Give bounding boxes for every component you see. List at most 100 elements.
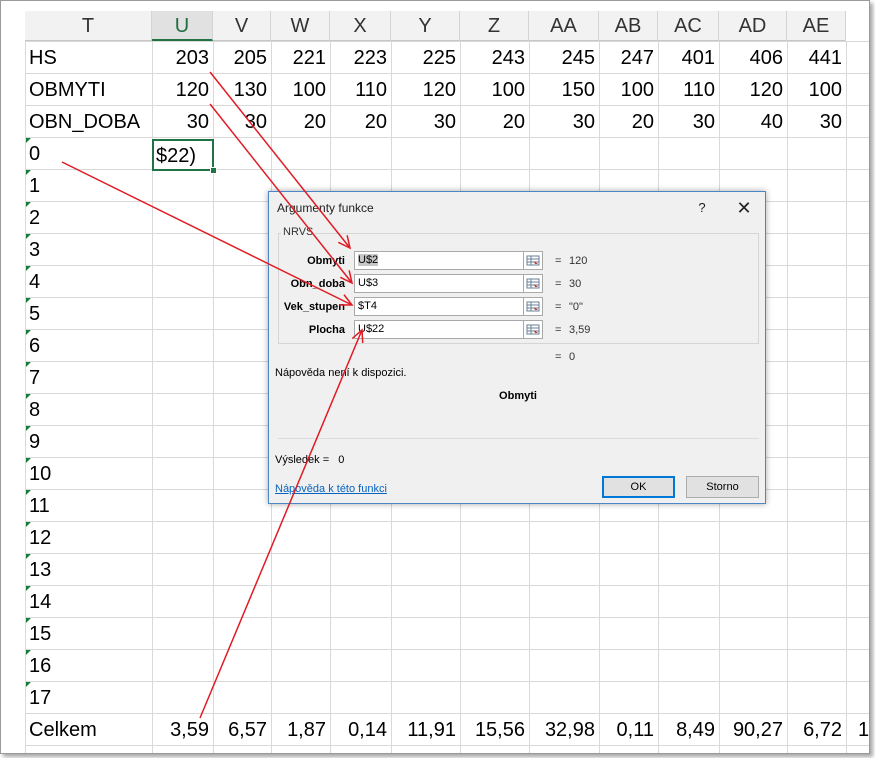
row-label-number[interactable]: 6	[25, 329, 152, 361]
range-grid-glyph	[526, 255, 540, 266]
cell[interactable]: 100	[271, 73, 330, 105]
cell[interactable]: 30	[213, 105, 271, 137]
cell[interactable]: 203	[152, 41, 213, 73]
column-header-t[interactable]: T	[25, 11, 152, 41]
column-header-y[interactable]: Y	[391, 11, 460, 41]
range-select-icon[interactable]	[523, 251, 543, 270]
cell[interactable]: 20	[330, 105, 391, 137]
cell[interactable]: 120	[391, 73, 460, 105]
column-header-ad[interactable]: AD	[719, 11, 787, 41]
row-label-obmyti[interactable]: OBMYTI	[25, 73, 152, 105]
row-label-number[interactable]: 3	[25, 233, 152, 265]
row-label-number[interactable]: 17	[25, 681, 152, 713]
row-label-number[interactable]: 4	[25, 265, 152, 297]
row-label-number[interactable]: 11	[25, 489, 152, 521]
cell[interactable]: 30	[152, 105, 213, 137]
row-label-number[interactable]: 13	[25, 553, 152, 585]
column-header-ae[interactable]: AE	[787, 11, 846, 41]
row-label-number[interactable]: 15	[25, 617, 152, 649]
row-label-number[interactable]: 2	[25, 201, 152, 233]
cell[interactable]: 8,49	[658, 713, 719, 745]
fill-handle[interactable]	[210, 167, 217, 174]
cell[interactable]: 110	[658, 73, 719, 105]
cell[interactable]: 20	[599, 105, 658, 137]
ok-button[interactable]: OK	[602, 476, 675, 498]
cell[interactable]: 245	[529, 41, 599, 73]
close-icon[interactable]: ✕	[731, 196, 757, 220]
cell[interactable]: 243	[460, 41, 529, 73]
cell[interactable]: 30	[658, 105, 719, 137]
row-label-number[interactable]: 7	[25, 361, 152, 393]
column-header-aa[interactable]: AA	[529, 11, 599, 41]
cell[interactable]: 20	[460, 105, 529, 137]
cell-overflow[interactable]: 1	[854, 713, 869, 745]
row-label-hs[interactable]: HS	[25, 41, 152, 73]
column-header-ac[interactable]: AC	[658, 11, 719, 41]
error-indicator-icon	[26, 362, 31, 367]
cell[interactable]: 15,56	[460, 713, 529, 745]
cell[interactable]: 100	[787, 73, 846, 105]
cell[interactable]: 6,72	[787, 713, 846, 745]
cell[interactable]: 150	[529, 73, 599, 105]
cell[interactable]: 90,27	[719, 713, 787, 745]
cell[interactable]: 0,14	[330, 713, 391, 745]
cell[interactable]: 120	[719, 73, 787, 105]
cell[interactable]: 6,57	[213, 713, 271, 745]
row-label-number[interactable]: 5	[25, 297, 152, 329]
help-link[interactable]: Nápověda k této funkci	[275, 483, 387, 495]
row-label-number[interactable]: 8	[25, 393, 152, 425]
error-indicator-icon	[26, 266, 31, 271]
range-select-icon[interactable]	[523, 274, 543, 293]
cell[interactable]: 205	[213, 41, 271, 73]
cell[interactable]: 3,59	[152, 713, 213, 745]
range-select-icon[interactable]	[523, 297, 543, 316]
cell[interactable]: 0,11	[599, 713, 658, 745]
cancel-button[interactable]: Storno	[686, 476, 759, 498]
cell[interactable]: 223	[330, 41, 391, 73]
cell[interactable]: 30	[391, 105, 460, 137]
cell[interactable]: 11,91	[391, 713, 460, 745]
cell[interactable]: 20	[271, 105, 330, 137]
cell[interactable]: 401	[658, 41, 719, 73]
cell[interactable]: 225	[391, 41, 460, 73]
cell[interactable]: 32,98	[529, 713, 599, 745]
cell[interactable]: 247	[599, 41, 658, 73]
cell[interactable]: 100	[460, 73, 529, 105]
cell[interactable]: 130	[213, 73, 271, 105]
arg-input-vek-stupen[interactable]: $T4	[354, 297, 524, 316]
arg-input-obmyti[interactable]: U$2	[354, 251, 524, 270]
row-label-celkem[interactable]: Celkem	[25, 713, 152, 745]
error-indicator-icon	[26, 330, 31, 335]
cell[interactable]: 120	[152, 73, 213, 105]
row-label-number[interactable]: 12	[25, 521, 152, 553]
cell[interactable]: 30	[787, 105, 846, 137]
row-label-number[interactable]: 16	[25, 649, 152, 681]
column-header-w[interactable]: W	[271, 11, 330, 41]
range-grid-glyph	[526, 301, 540, 312]
cell[interactable]: 30	[529, 105, 599, 137]
cell[interactable]: 221	[271, 41, 330, 73]
column-header-v[interactable]: V	[213, 11, 271, 41]
row-label-number[interactable]: 1	[25, 169, 152, 201]
column-header-z[interactable]: Z	[460, 11, 529, 41]
cell[interactable]: 441	[787, 41, 846, 73]
column-header-u[interactable]: U	[152, 11, 213, 41]
error-indicator-icon	[26, 522, 31, 527]
row-label-number[interactable]: 0	[25, 137, 152, 169]
cell[interactable]: 406	[719, 41, 787, 73]
cell[interactable]: 40	[719, 105, 787, 137]
row-label-number[interactable]: 14	[25, 585, 152, 617]
column-header-x[interactable]: X	[330, 11, 391, 41]
row-label-number[interactable]: 9	[25, 425, 152, 457]
arg-input-obn-doba[interactable]: U$3	[354, 274, 524, 293]
row-label-obn_doba[interactable]: OBN_DOBA	[25, 105, 152, 137]
help-icon[interactable]: ?	[689, 196, 715, 220]
column-header-ab[interactable]: AB	[599, 11, 658, 41]
cell[interactable]: 1,87	[271, 713, 330, 745]
row-label-number[interactable]: 10	[25, 457, 152, 489]
cell[interactable]: 110	[330, 73, 391, 105]
cell[interactable]: 100	[599, 73, 658, 105]
range-select-icon[interactable]	[523, 320, 543, 339]
arg-input-plocha[interactable]: U$22	[354, 320, 524, 339]
arg-equals: =	[555, 255, 562, 267]
